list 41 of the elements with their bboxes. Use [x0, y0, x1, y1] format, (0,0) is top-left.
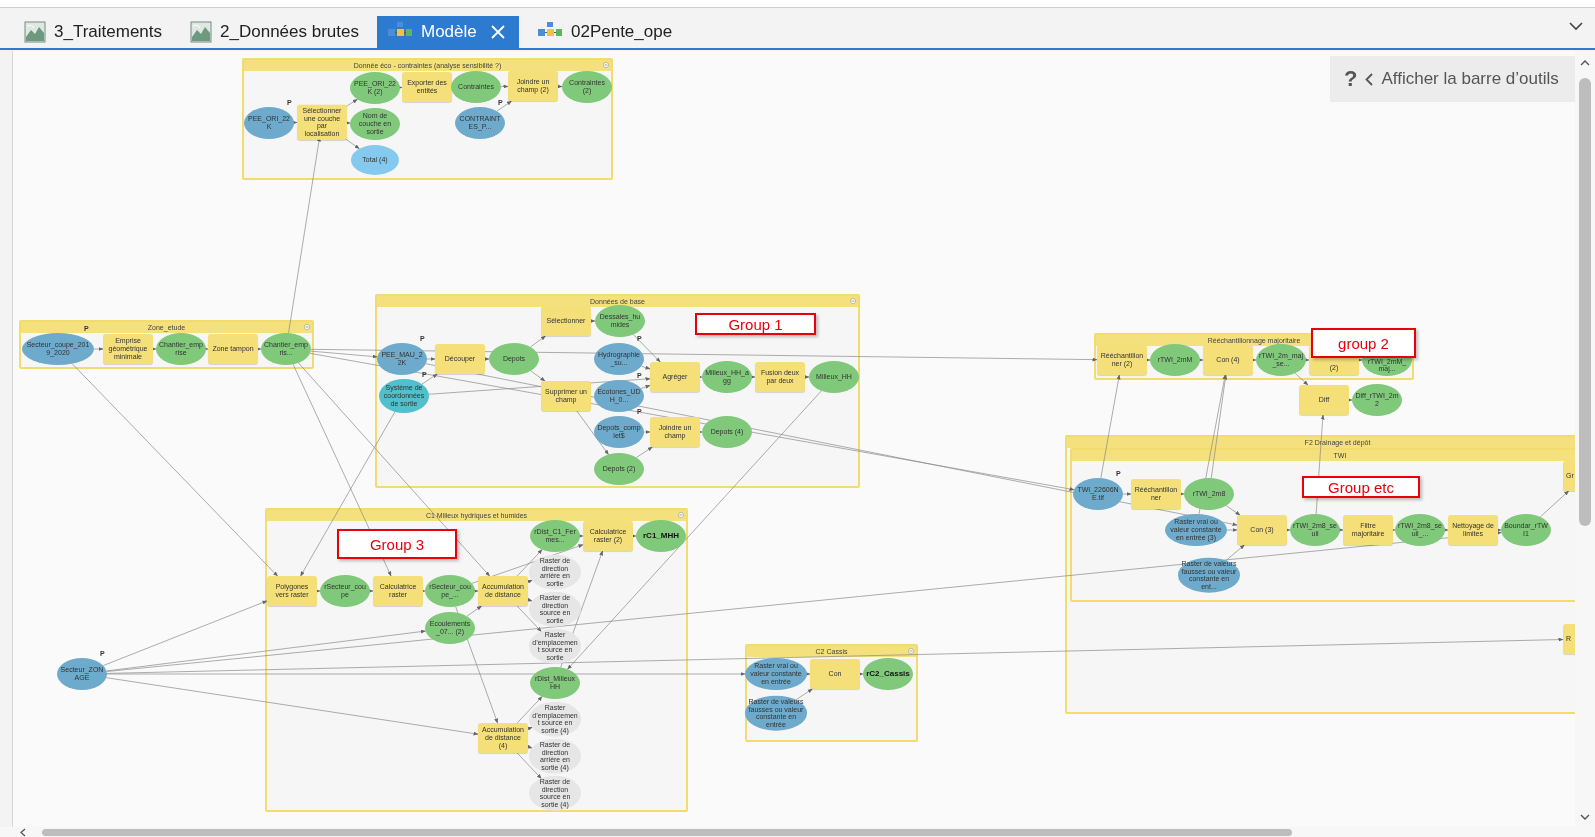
connector-arrow [345, 120, 351, 125]
connector-arrow [527, 726, 533, 731]
collapse-icon[interactable] [908, 648, 914, 654]
tab[interactable]: 3_Traitements [14, 16, 173, 48]
scrollbar-thumb[interactable] [1579, 78, 1591, 526]
chevron-down-icon[interactable] [1569, 22, 1583, 31]
close-icon[interactable] [490, 25, 505, 39]
connector-arrow [151, 347, 157, 351]
annotation-label: Group 3 [337, 529, 457, 559]
connector-arrow [500, 84, 509, 89]
annotation-label: group 2 [1311, 328, 1416, 358]
connector-arrow [397, 85, 403, 90]
help-icon[interactable]: ? [1344, 66, 1358, 92]
scroll-up-icon[interactable] [1580, 59, 1590, 66]
connector-arrow [557, 84, 563, 89]
connector-arrow [1347, 398, 1353, 402]
connector-arrow [292, 120, 298, 125]
annotation-label: Group 1 [695, 313, 816, 335]
connector-arrow [1251, 358, 1257, 362]
toolbar-toggle[interactable]: ? Afficher la barre d’outils [1330, 56, 1575, 102]
collapse-icon[interactable] [304, 324, 310, 330]
toolbar-toggle-label[interactable]: Afficher la barre d’outils [1381, 69, 1559, 89]
collapse-icon[interactable] [603, 62, 609, 68]
tab[interactable]: 2_Données brutes [180, 16, 369, 48]
connector-arrow [256, 347, 262, 351]
chevron-left-icon[interactable] [1365, 72, 1374, 86]
scrollbar-thumb[interactable] [42, 828, 1292, 836]
collapse-icon[interactable] [850, 298, 856, 304]
tab[interactable]: 02Pente_ope [526, 16, 683, 48]
tab[interactable]: Modèle [376, 16, 519, 48]
collapse-icon[interactable] [678, 512, 684, 518]
connector-arrow [527, 744, 533, 749]
annotation-label: Group etc [1302, 476, 1420, 498]
connector-arrow [203, 347, 209, 351]
scroll-down-icon[interactable] [1580, 814, 1590, 821]
map-icon [190, 21, 213, 43]
scroll-left-icon[interactable] [20, 827, 26, 837]
connector-arrow [1304, 358, 1310, 362]
connector-arrow [590, 319, 596, 323]
connector-arrow [1357, 358, 1363, 362]
map-icon [24, 21, 46, 43]
